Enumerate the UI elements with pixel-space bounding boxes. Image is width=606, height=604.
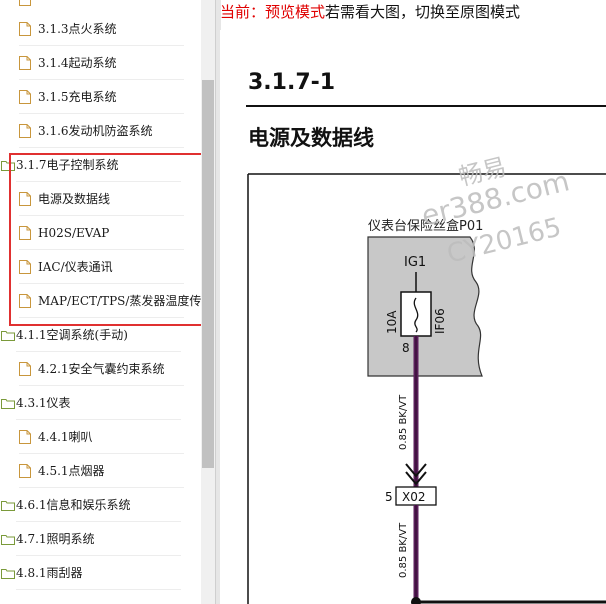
- tree-item[interactable]: 4.3.1仪表: [0, 386, 201, 420]
- ig1-label: IG1: [404, 255, 426, 270]
- tree-item-label: 4.7.1照明系统: [16, 532, 95, 546]
- tree-item[interactable]: 4.4.1喇叭: [0, 420, 201, 454]
- tree-item-label: 4.3.1仪表: [16, 396, 71, 410]
- tree-item-label: 4.5.1点烟器: [38, 464, 105, 478]
- tree-item[interactable]: 4.2.1安全气囊约束系统: [0, 352, 201, 386]
- document-icon: [19, 0, 31, 6]
- tree-item[interactable]: 3.1.5充电系统: [0, 80, 201, 114]
- tree-item[interactable]: 4.7.1照明系统: [0, 522, 201, 556]
- document-viewer: 当前：预览模式若需看大图，切换至原图模式 3.1.7-1 电源及数据线 仪表台保…: [220, 0, 606, 604]
- tree-item[interactable]: 4.8.1雨刮器: [0, 556, 201, 590]
- preview-mode-label: 当前：预览模式: [220, 3, 326, 21]
- connector-pin: 5: [385, 490, 393, 504]
- fuse-rating: 10A: [385, 310, 399, 334]
- tree-item[interactable]: 4.6.1信息和娱乐系统: [0, 488, 201, 522]
- preview-mode-banner[interactable]: 当前：预览模式若需看大图，切换至原图模式: [220, 1, 520, 22]
- document-icon: [19, 430, 31, 444]
- document-icon: [19, 56, 31, 70]
- tree-item-label: 3.1.3点火系统: [38, 22, 117, 36]
- document-icon: [19, 22, 31, 36]
- tree-item[interactable]: 3.1.6发动机防盗系统: [0, 114, 201, 148]
- tree-item[interactable]: 3.1.4起动系统: [0, 46, 201, 80]
- fuse-id: IF06: [433, 308, 447, 334]
- tree-item[interactable]: 4.5.1点烟器: [0, 454, 201, 488]
- folder-icon: [1, 501, 15, 511]
- tree-item-label: 4.6.1信息和娱乐系统: [16, 498, 131, 512]
- switch-mode-hint[interactable]: 若需看大图，切换至原图模式: [325, 3, 520, 21]
- wire-label-1: 0.85 BK/VT: [398, 394, 409, 450]
- tree-panel: 3.1.3点火系统 3.1.4起动系统 3.1.5充电系统 3.1.6发动机防盗系统 3…: [0, 0, 201, 604]
- wire-label-2: 0.85 BK/VT: [398, 522, 409, 578]
- document-page: 3.1.7-1 电源及数据线 仪表台保险丝盒P01 IG1 10A IF06 8…: [220, 30, 606, 604]
- document-icon: [19, 464, 31, 478]
- tree-row-separator: [16, 589, 181, 590]
- highlight-box: [9, 153, 201, 326]
- folder-icon: [1, 569, 15, 579]
- folder-icon: [1, 331, 15, 341]
- tree-item-label: 3.1.5充电系统: [38, 90, 117, 104]
- document-icon: [19, 124, 31, 138]
- splice-dot: [411, 597, 421, 604]
- connector-id: X02: [402, 490, 426, 504]
- tree-item-label: 4.4.1喇叭: [38, 430, 93, 444]
- pin-number-top: 8: [402, 341, 410, 355]
- folder-icon: [1, 399, 15, 409]
- document-icon: [19, 90, 31, 104]
- tree-item-label: 4.8.1雨刮器: [16, 566, 83, 580]
- tree-item-label: 3.1.4起动系统: [38, 56, 117, 70]
- tree-item-label: 3.1.6发动机防盗系统: [38, 124, 153, 138]
- wiring-diagram: 仪表台保险丝盒P01 IG1 10A IF06 8 0.85 BK/VT 5 X…: [247, 173, 606, 604]
- tree-item[interactable]: 3.1.3点火系统: [0, 12, 201, 46]
- tree-item-label: 4.2.1安全气囊约束系统: [38, 362, 165, 376]
- folder-icon: [1, 535, 15, 545]
- document-icon: [19, 362, 31, 376]
- tree-scrollbar-thumb[interactable]: [202, 80, 214, 468]
